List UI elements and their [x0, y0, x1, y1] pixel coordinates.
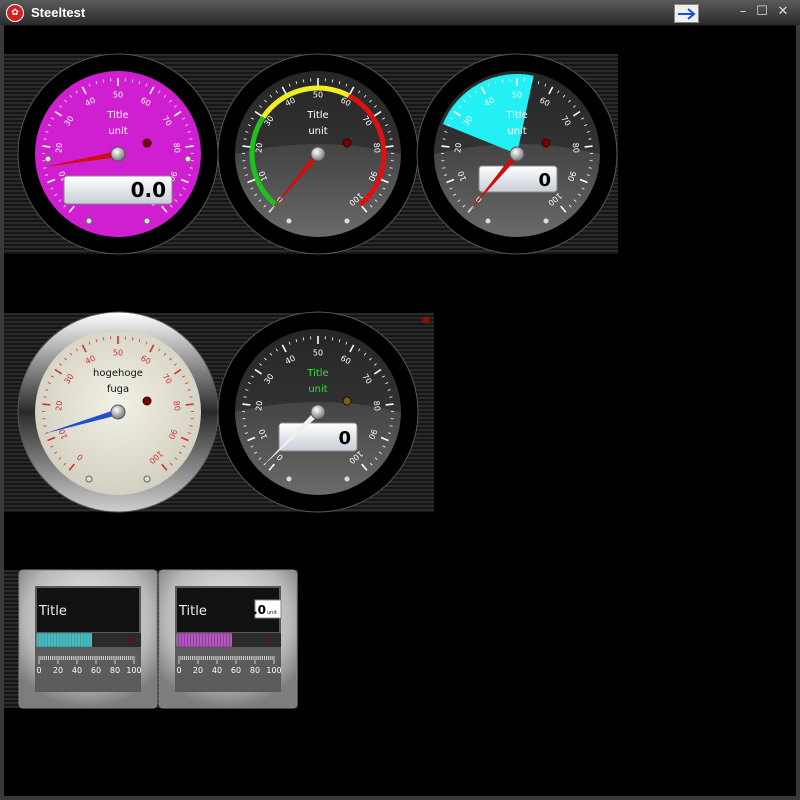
- gauge-led-indicator: [142, 396, 152, 406]
- gauge-tick: [389, 425, 393, 427]
- gauge-screw: [85, 217, 93, 225]
- gauge-screw: [285, 475, 293, 483]
- gauge-tick-label: 80: [372, 142, 382, 153]
- gauge-lcd-value: 0.0: [131, 178, 166, 202]
- linear-tick-label: 40: [72, 666, 82, 675]
- gauge-tick-label: 20: [254, 142, 264, 153]
- linear-tick-label: 100: [266, 666, 281, 675]
- linear-tick-label: 60: [231, 666, 241, 675]
- gauge-tick: [385, 403, 394, 406]
- linear-tick-label: 0: [176, 666, 181, 675]
- gauge-screw: [343, 217, 351, 225]
- linear-tick-label: 20: [53, 666, 63, 675]
- gauge-unit: fuga: [107, 384, 129, 395]
- panel-led-indicator: [422, 316, 430, 324]
- gauge-tick-label: 20: [453, 142, 463, 153]
- gauge-tick: [588, 167, 592, 169]
- gauge-led-indicator: [342, 138, 352, 148]
- gauge-tick: [43, 167, 47, 169]
- linear-lcd-unit: unit: [267, 610, 277, 616]
- gauge-unit: unit: [108, 126, 127, 137]
- linear-tick-label: 40: [212, 666, 222, 675]
- gauge-screw: [285, 217, 293, 225]
- gauge-unit: unit: [308, 384, 327, 395]
- gauge-led-indicator: [541, 138, 551, 148]
- gauge-tick: [243, 167, 247, 169]
- gauge-title: Title: [306, 368, 328, 379]
- gauge-tick-label: 20: [254, 400, 264, 411]
- gauge-title: Title: [505, 110, 527, 121]
- linear-led-indicator: [269, 638, 273, 642]
- gauge-tick: [385, 145, 394, 148]
- gauge-tick: [189, 425, 193, 427]
- gauge-needle-knob: [310, 146, 326, 162]
- gauge-needle-knob: [110, 146, 126, 162]
- gauge-title: Title: [106, 110, 128, 121]
- radial-gauge-1: 0102030405060708090100Titleunit0.0: [17, 53, 219, 255]
- gauge-screw: [542, 217, 550, 225]
- linear-tick-label: 0: [36, 666, 41, 675]
- gauge-led-indicator: [342, 396, 352, 406]
- gauge-screw: [143, 217, 151, 225]
- gauge-unit: unit: [507, 126, 526, 137]
- radial-gauge-5: 0102030405060708090100Titleunit0: [217, 311, 419, 513]
- gauge-tick-label: 50: [113, 349, 123, 358]
- radial-gauge-4: 0102030405060708090100hogehogefuga: [17, 311, 219, 513]
- linear-tick-label: 80: [250, 666, 260, 675]
- gauge-title: hogehoge: [93, 368, 143, 379]
- gauge-tick-label: 80: [172, 400, 182, 411]
- linear-tick-label: 60: [91, 666, 101, 675]
- gauge-screw: [143, 475, 151, 483]
- linear-lcd-value: .0: [253, 603, 266, 617]
- gauge-lcd-value: 0: [338, 428, 351, 449]
- gauge-needle-knob: [310, 404, 326, 420]
- gauge-screw: [85, 475, 93, 483]
- gauge-unit: unit: [308, 126, 327, 137]
- gauge-tick-label: 20: [54, 142, 64, 153]
- linear-tick-label: 100: [126, 666, 141, 675]
- gauge-tick: [243, 425, 247, 427]
- gauge-tick: [242, 403, 251, 406]
- gauge-tick: [42, 145, 51, 148]
- gauge-tick-label: 50: [313, 91, 323, 100]
- gauge-tick-label: 20: [54, 400, 64, 411]
- gauge-screw: [343, 475, 351, 483]
- linear-title: Title: [178, 604, 207, 619]
- gauge-tick: [185, 403, 194, 406]
- gauge-tick: [189, 167, 193, 169]
- linear-gauge-1: Title 0 20 40 60 80 100: [18, 569, 158, 709]
- gauge-screw: [484, 217, 492, 225]
- gauge-tick-label: 80: [172, 142, 182, 153]
- gauge-tick: [389, 167, 393, 169]
- radial-gauge-2: 0102030405060708090100Titleunit: [217, 53, 419, 255]
- gauge-tick: [185, 145, 194, 148]
- gauge-lcd-value: 0: [538, 170, 551, 191]
- gauge-tick: [584, 145, 593, 148]
- linear-title: Title: [38, 604, 67, 619]
- gauge-tick: [441, 145, 450, 148]
- linear-led-indicator: [129, 638, 133, 642]
- gauge-tick: [43, 425, 47, 427]
- gauge-tick-label: 50: [512, 91, 522, 100]
- gauge-needle-knob: [110, 404, 126, 420]
- gauge-title: Title: [306, 110, 328, 121]
- gauge-tick-label: 50: [113, 91, 123, 100]
- gauge-tick-label: 80: [372, 400, 382, 411]
- gauge-tick: [42, 403, 51, 406]
- gauge-tick: [442, 167, 446, 169]
- gauge-needle-knob: [509, 146, 525, 162]
- gauge-tick-label: 50: [313, 349, 323, 358]
- gauge-tick-label: 80: [571, 142, 581, 153]
- radial-gauge-3: 0102030405060708090100Titleunit0: [416, 53, 618, 255]
- gauge-led-indicator: [142, 138, 152, 148]
- linear-tick-label: 80: [110, 666, 120, 675]
- gauge-tick: [242, 145, 251, 148]
- linear-tick-label: 20: [193, 666, 203, 675]
- linear-gauge-2: Title 0 20 40 60 80 100 .0 unit: [158, 569, 298, 709]
- gauge-screw: [44, 155, 52, 163]
- gauges-canvas: 0102030405060708090100Titleunit0.0010203…: [17, 53, 618, 709]
- gauge-screw: [184, 155, 192, 163]
